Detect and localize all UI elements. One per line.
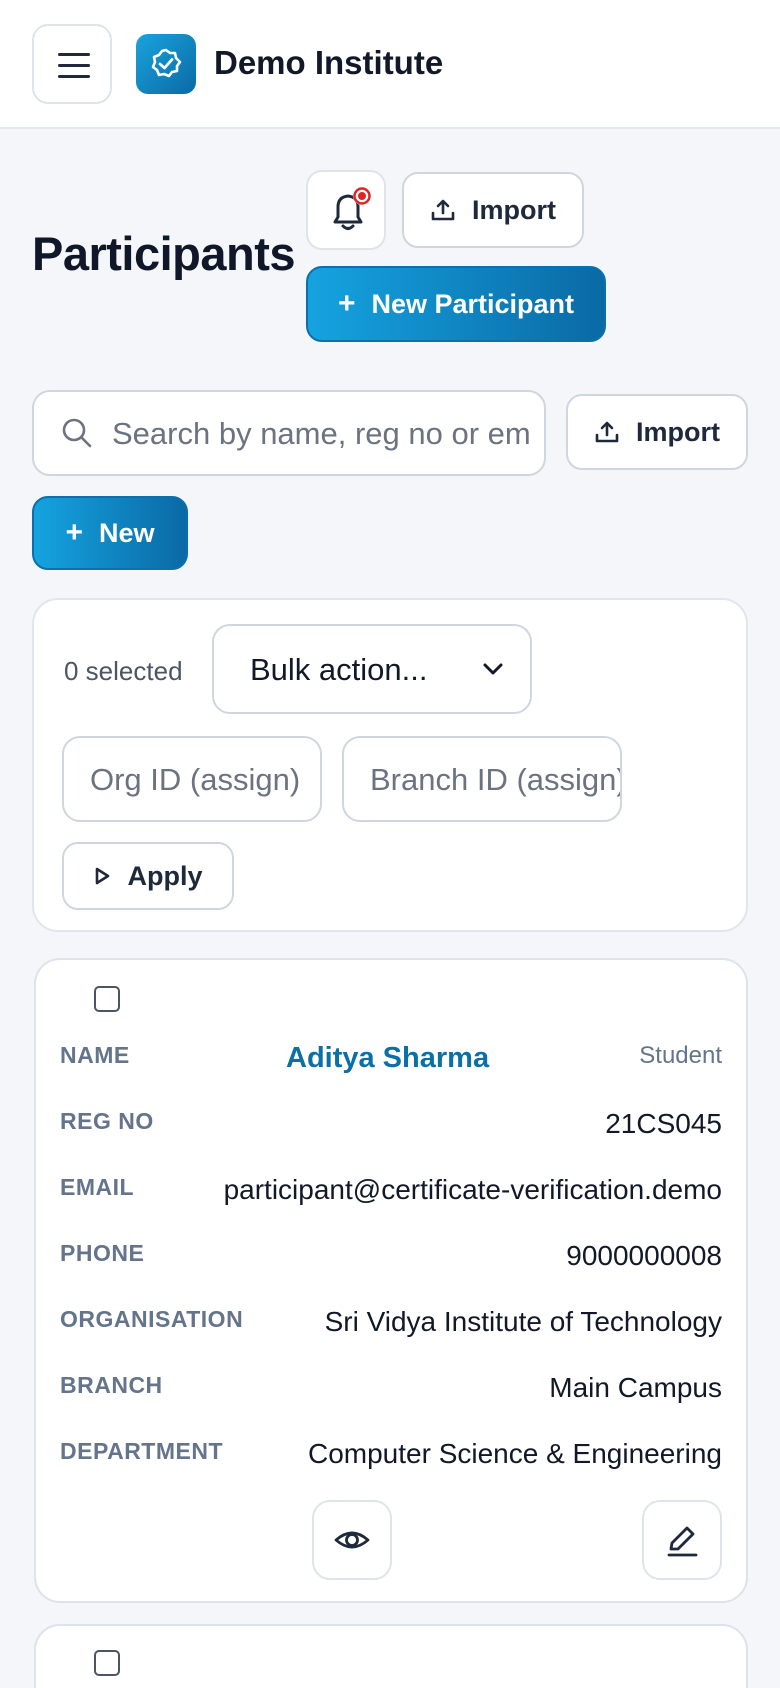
email-value: participant@certificate-verification.dem… [223,1174,722,1205]
selected-count: 0 selected [64,656,183,686]
department-value: Computer Science & Engineering [307,1438,722,1469]
apply-label: Apply [127,860,203,891]
bulk-action-select[interactable]: Bulk action... [212,624,532,714]
upload-icon [595,421,619,443]
plus-icon: + [337,287,356,320]
notifications-button[interactable] [306,170,386,250]
menu-button[interactable] [32,24,112,104]
search-input[interactable]: Search by name, reg no or email [32,390,546,476]
pencil-icon [667,1526,698,1557]
phone-value: 9000000008 [566,1240,722,1271]
department-label: DEPARTMENT [60,1438,224,1464]
apply-button[interactable]: Apply [62,842,234,910]
row-checkbox[interactable] [94,986,120,1012]
participant-card: NAME Aditya Sharma Student REG NO 21CS04… [34,958,748,1603]
brand-name: Demo Institute [214,44,444,81]
bulk-actions-panel: 0 selected Bulk action... Org ID (assign… [32,598,748,932]
branch-label: BRANCH [60,1372,163,1398]
search-placeholder: Search by name, reg no or email [112,416,532,451]
new-label: New [99,517,155,548]
logo [136,34,196,94]
new-participant-label: New Participant [371,288,575,319]
plus-icon: + [65,516,83,549]
email-label: EMAIL [60,1174,135,1200]
play-icon [96,867,110,885]
search-icon [62,418,92,448]
org-id-input[interactable]: Org ID (assign) [62,736,322,822]
row-checkbox[interactable] [94,1650,120,1676]
edit-button[interactable] [642,1500,722,1580]
header-import-button[interactable]: Import [402,172,584,248]
bell-icon [333,187,371,230]
shield-check-icon [151,48,182,78]
toolbar-import-button[interactable]: Import [566,394,748,470]
hamburger-icon [58,53,90,56]
participant-card [34,1624,748,1688]
view-button[interactable] [312,1500,392,1580]
branch-id-input[interactable]: Branch ID (assign) [342,736,622,822]
participant-name-link[interactable]: Aditya Sharma [286,1042,489,1075]
upload-icon [431,199,455,221]
page-title: Participants [32,227,296,280]
organisation-label: ORGANISATION [60,1306,244,1332]
branch-id-placeholder: Branch ID (assign) [370,762,622,797]
name-label: NAME [60,1042,130,1068]
new-participant-button[interactable]: + New Participant [306,266,606,342]
header-import-label: Import [472,194,556,225]
branch-value: Main Campus [549,1372,722,1403]
organisation-value: Sri Vidya Institute of Technology [324,1306,722,1337]
participant-role: Student [639,1042,722,1069]
reg-no-label: REG NO [60,1108,154,1134]
top-bar: Demo Institute [0,0,780,129]
reg-no-value: 21CS045 [605,1108,722,1139]
toolbar-import-label: Import [636,416,720,447]
bulk-action-value: Bulk action... [250,652,428,687]
eye-icon [334,1531,370,1549]
org-id-placeholder: Org ID (assign) [90,762,301,797]
chevron-down-icon [483,663,503,675]
phone-label: PHONE [60,1240,145,1266]
new-button[interactable]: + New [32,496,188,570]
